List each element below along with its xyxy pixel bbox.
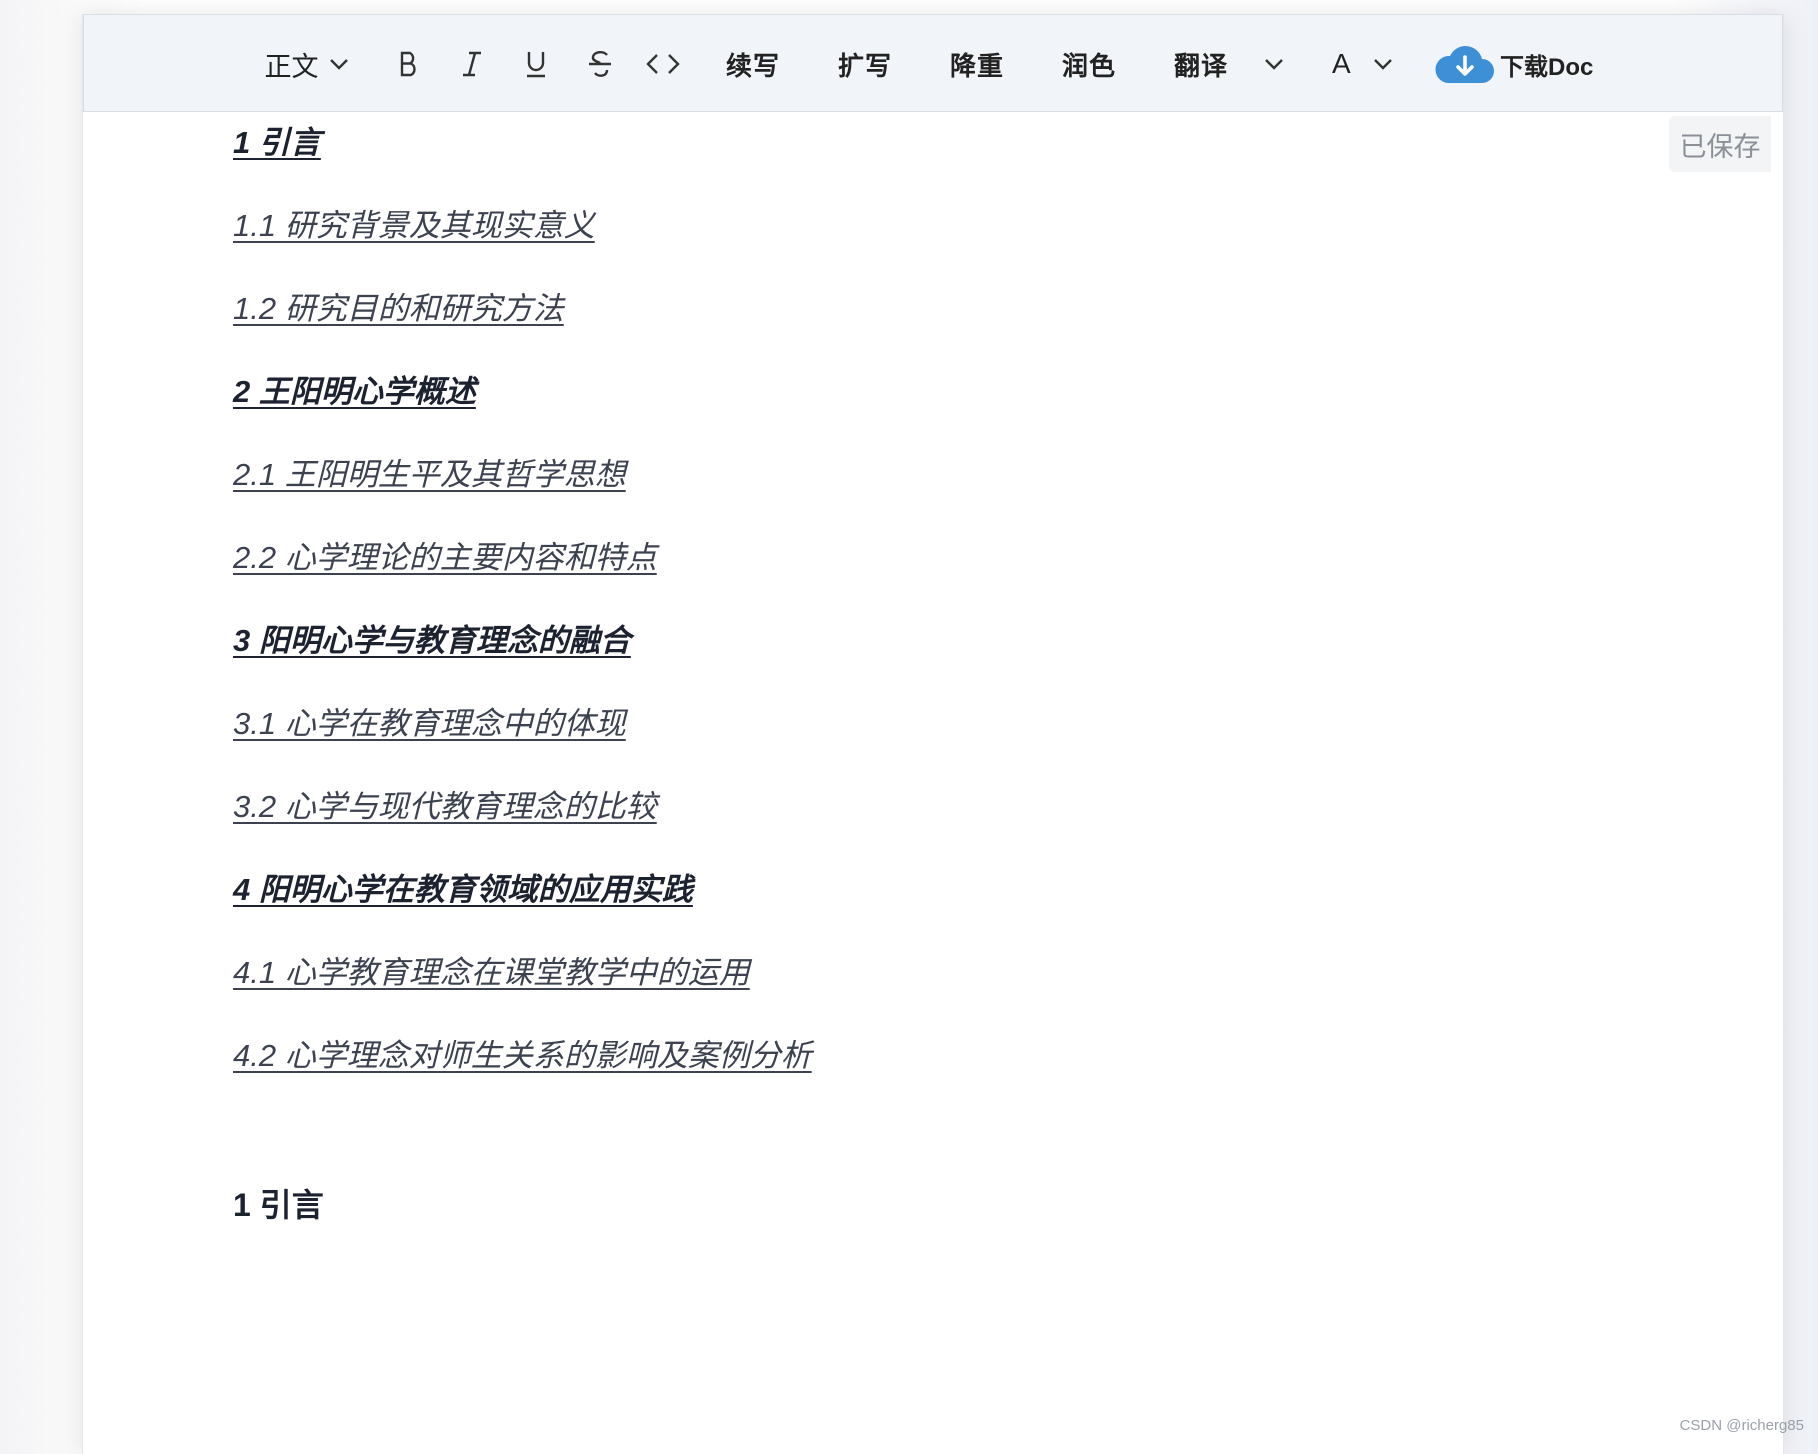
editor-window: 正文 续写 扩写 降重 润色 翻译 A 下载Doc 已保存 1 引言 1.1 研… bbox=[82, 14, 1784, 1454]
toc-item[interactable]: 3 阳明心学与教育理念的融合 bbox=[233, 615, 631, 660]
reduce-duplication-button[interactable]: 降重 bbox=[942, 15, 1012, 113]
cloud-download-icon bbox=[1434, 43, 1496, 85]
editor-toolbar: 正文 续写 扩写 降重 润色 翻译 A 下载Doc bbox=[83, 14, 1783, 112]
download-doc-label: 下载Doc bbox=[1500, 53, 1594, 81]
font-color-label: A bbox=[1332, 48, 1351, 79]
translate-label: 翻译 bbox=[1174, 50, 1229, 81]
strikethrough-icon bbox=[587, 49, 613, 79]
toc-item[interactable]: 2.1 王阳明生平及其哲学思想 bbox=[233, 449, 626, 494]
toc-item[interactable]: 2.2 心学理论的主要内容和特点 bbox=[233, 532, 657, 577]
underline-icon bbox=[524, 49, 548, 79]
underline-button[interactable] bbox=[516, 15, 556, 113]
section-heading: 1 引言 bbox=[233, 1187, 324, 1223]
italic-icon bbox=[460, 50, 484, 78]
toc-item[interactable]: 4 阳明心学在教育领域的应用实践 bbox=[233, 864, 693, 909]
font-color-button[interactable]: A bbox=[1332, 15, 1402, 113]
bold-icon bbox=[397, 50, 421, 78]
translate-button[interactable]: 翻译 bbox=[1174, 15, 1304, 113]
expand-writing-button[interactable]: 扩写 bbox=[830, 15, 900, 113]
watermark-text: CSDN @richerg85 bbox=[1679, 1417, 1804, 1434]
bold-button[interactable] bbox=[389, 15, 429, 113]
toc-item[interactable]: 4.1 心学教育理念在课堂教学中的运用 bbox=[233, 947, 750, 992]
download-doc-button[interactable]: 下载Doc bbox=[1434, 15, 1594, 113]
paragraph-style-label: 正文 bbox=[264, 51, 319, 82]
continue-writing-button[interactable]: 续写 bbox=[718, 15, 788, 113]
chevron-down-icon bbox=[1264, 58, 1284, 70]
toc-item[interactable]: 2 王阳明心学概述 bbox=[233, 366, 476, 411]
toc-item[interactable]: 3.2 心学与现代教育理念的比较 bbox=[233, 781, 657, 826]
polish-button[interactable]: 润色 bbox=[1054, 15, 1124, 113]
toc-item[interactable]: 3.1 心学在教育理念中的体现 bbox=[233, 698, 626, 743]
chevron-down-icon bbox=[329, 58, 349, 70]
paragraph-style-select[interactable]: 正文 bbox=[259, 15, 354, 113]
code-icon bbox=[646, 53, 680, 75]
toc-item[interactable]: 1.2 研究目的和研究方法 bbox=[233, 283, 564, 328]
toc-item[interactable]: 4.2 心学理念对师生关系的影响及案例分析 bbox=[233, 1030, 812, 1075]
italic-button[interactable] bbox=[452, 15, 492, 113]
strikethrough-button[interactable] bbox=[580, 15, 620, 113]
toc-item[interactable]: 1.1 研究背景及其现实意义 bbox=[233, 200, 595, 245]
chevron-down-icon bbox=[1373, 58, 1393, 70]
save-status-badge: 已保存 bbox=[1669, 116, 1771, 172]
toc-item[interactable]: 1 引言 bbox=[233, 117, 321, 162]
code-button[interactable] bbox=[640, 15, 686, 113]
